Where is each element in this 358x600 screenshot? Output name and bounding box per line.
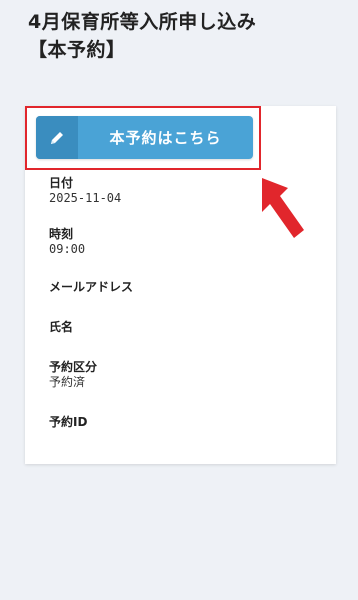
category-label: 予約区分 [49, 360, 98, 374]
date-value: 2025-11-04 [49, 191, 122, 205]
red-arrow-icon [262, 178, 304, 238]
time-label: 時刻 [49, 227, 74, 241]
time-field: 時刻 09:00 [49, 227, 85, 257]
page-title-line2: 【本予約】 [28, 39, 126, 61]
date-field: 日付 2025-11-04 [49, 176, 121, 206]
name-label: 氏名 [49, 320, 74, 334]
reservation-id-label: 予約ID [49, 415, 88, 429]
email-label: メールアドレス [49, 280, 134, 294]
date-label: 日付 [49, 176, 74, 190]
highlight-box [25, 106, 261, 170]
email-field: メールアドレス [49, 280, 133, 295]
name-field: 氏名 [49, 320, 73, 335]
page-title: 4月保育所等入所申し込み 【本予約】 [28, 8, 338, 64]
reservation-id-field: 予約ID [49, 415, 87, 430]
category-value: 予約済 [49, 375, 86, 389]
category-field: 予約区分 予約済 [49, 360, 97, 390]
time-value: 09:00 [49, 242, 86, 256]
page-title-line1: 4月保育所等入所申し込み [28, 11, 257, 33]
